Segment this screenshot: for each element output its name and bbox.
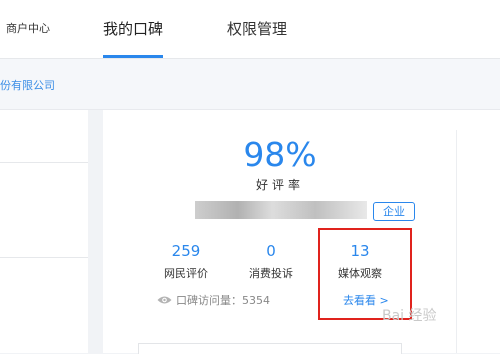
stat-value: 259 bbox=[171, 242, 201, 260]
blurred-merchant-name bbox=[195, 201, 367, 219]
rating-value: 98% bbox=[243, 135, 317, 174]
stat-label: 消费投诉 bbox=[249, 267, 293, 280]
eye-icon bbox=[157, 295, 172, 308]
next-card-edge bbox=[138, 343, 402, 354]
active-tab-indicator bbox=[103, 55, 163, 58]
stat-complaints[interactable]: 0 消费投诉 bbox=[231, 242, 311, 281]
top-nav-bar: 商户中心 我的口碑 权限管理 bbox=[0, 0, 500, 59]
account-bar: 份有限公司 bbox=[0, 59, 500, 110]
nav-merchant-center[interactable]: 商户中心 bbox=[6, 0, 50, 58]
company-name: 份有限公司 bbox=[0, 79, 55, 92]
visit-count: 口碑访问量：5354 bbox=[157, 292, 270, 308]
stat-user-reviews[interactable]: 259 网民评价 bbox=[146, 242, 226, 281]
watermark: Bai 经验 bbox=[382, 308, 437, 324]
stat-label: 网民评价 bbox=[164, 267, 208, 280]
enterprise-badge: 企业 bbox=[373, 202, 415, 221]
visit-count-text: 口碑访问量：5354 bbox=[176, 294, 270, 307]
nav-permissions[interactable]: 权限管理 bbox=[227, 0, 287, 58]
rating-label: 好评率 bbox=[255, 178, 304, 192]
stat-value: 0 bbox=[266, 242, 276, 260]
divider bbox=[0, 257, 88, 258]
nav-my-koubei[interactable]: 我的口碑 bbox=[103, 0, 163, 58]
